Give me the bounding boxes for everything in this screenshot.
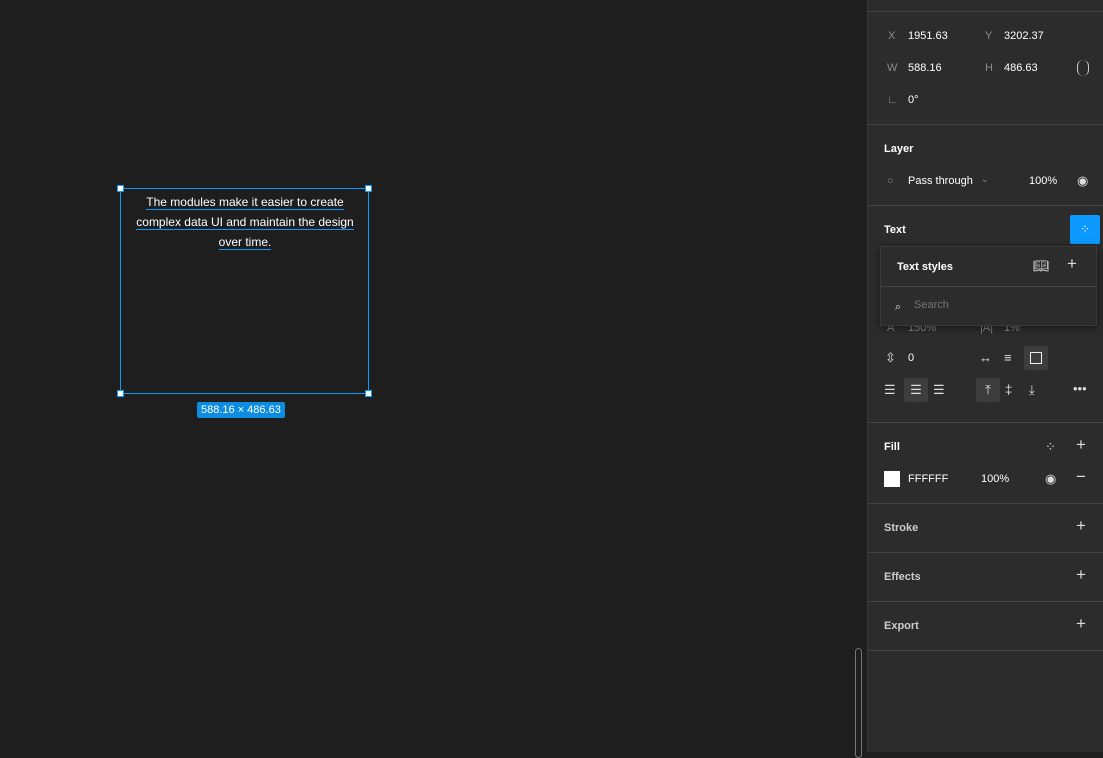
align-bottom-icon[interactable]: ⤓ — [1029, 383, 1035, 397]
eye-icon[interactable]: ◉ — [1077, 174, 1088, 188]
h-label: H — [985, 62, 993, 74]
remove-fill-icon[interactable]: − — [1076, 468, 1086, 485]
layer-opacity-input[interactable]: 100% — [1029, 175, 1057, 187]
export-title: Export — [884, 620, 919, 632]
resize-handle-bottom-right[interactable] — [365, 390, 372, 397]
properties-panel: X 1951.63 Y 3202.37 W 588.16 H 486.63 ∟ … — [867, 0, 1103, 752]
paragraph-spacing-icon: ⇳ — [885, 350, 896, 365]
blend-mode-dropdown[interactable]: Pass through — [908, 175, 973, 187]
x-input[interactable]: 1951.63 — [908, 30, 948, 42]
chevron-down-icon: ⌄ — [981, 174, 989, 184]
add-effect-icon[interactable]: + — [1076, 566, 1086, 583]
library-book-icon[interactable]: 📖︎ — [1033, 259, 1050, 273]
fixed-size-button[interactable] — [1024, 346, 1048, 370]
fill-opacity-input[interactable]: 100% — [981, 473, 1009, 485]
canvas[interactable]: The modules make it easier to create com… — [0, 0, 867, 758]
search-icon: ⌕ — [895, 301, 902, 313]
fill-title: Fill — [884, 441, 900, 453]
resize-handle-top-right[interactable] — [365, 185, 372, 192]
fill-hex-input[interactable]: FFFFFF — [908, 473, 948, 485]
more-options-icon[interactable]: ••• — [1073, 382, 1087, 396]
text-styles-search-input[interactable] — [914, 299, 1084, 311]
text-line: complex data UI and maintain the design — [136, 215, 354, 230]
align-left-icon[interactable]: ☰ — [884, 383, 896, 397]
align-middle-icon[interactable]: ‡ — [1005, 383, 1012, 397]
paragraph-spacing-input[interactable]: 0 — [908, 352, 914, 364]
add-export-icon[interactable]: + — [1076, 615, 1086, 632]
eye-icon[interactable]: ◉ — [1045, 472, 1056, 486]
text-styles-popup: Text styles 📖︎ + ⌕ — [880, 246, 1097, 326]
add-style-icon[interactable]: + — [1067, 255, 1077, 272]
styles-grid-icon[interactable]: ⁘ — [1045, 440, 1056, 454]
text-line: The modules make it easier to create — [146, 195, 344, 210]
rotation-icon: ∟ — [887, 94, 898, 106]
text-title: Text — [884, 224, 906, 236]
text-styles-title: Text styles — [897, 261, 954, 273]
rotation-input[interactable]: 0° — [908, 94, 919, 106]
scrollbar[interactable] — [855, 648, 862, 758]
resize-handle-bottom-left[interactable] — [117, 390, 124, 397]
auto-width-icon[interactable]: ↔ — [979, 351, 992, 365]
x-label: X — [888, 30, 896, 42]
effects-title: Effects — [884, 571, 921, 583]
stroke-title: Stroke — [884, 522, 919, 534]
w-input[interactable]: 588.16 — [908, 62, 942, 74]
y-label: Y — [985, 30, 993, 42]
add-fill-icon[interactable]: + — [1076, 436, 1086, 453]
layer-title: Layer — [884, 143, 914, 155]
size-badge: 588.16 × 486.63 — [197, 402, 285, 418]
text-content[interactable]: The modules make it easier to create com… — [122, 192, 368, 252]
h-input[interactable]: 486.63 — [1004, 62, 1038, 74]
align-center-button[interactable]: ☰ — [904, 378, 928, 402]
auto-height-icon[interactable]: ≡ — [1004, 351, 1012, 365]
add-stroke-icon[interactable]: + — [1076, 517, 1086, 534]
resize-handle-top-left[interactable] — [117, 185, 124, 192]
w-label: W — [887, 62, 898, 74]
y-input[interactable]: 3202.37 — [1004, 30, 1044, 42]
align-top-button[interactable]: ⤒ — [976, 378, 1000, 402]
fill-color-swatch[interactable] — [884, 471, 900, 487]
constrain-proportions-icon[interactable] — [1077, 60, 1089, 76]
text-styles-button[interactable]: ⁘ — [1070, 215, 1100, 244]
text-line: over time. — [218, 235, 272, 250]
align-right-icon[interactable]: ☰ — [933, 383, 945, 397]
blend-mode-icon: ○ — [887, 175, 894, 187]
